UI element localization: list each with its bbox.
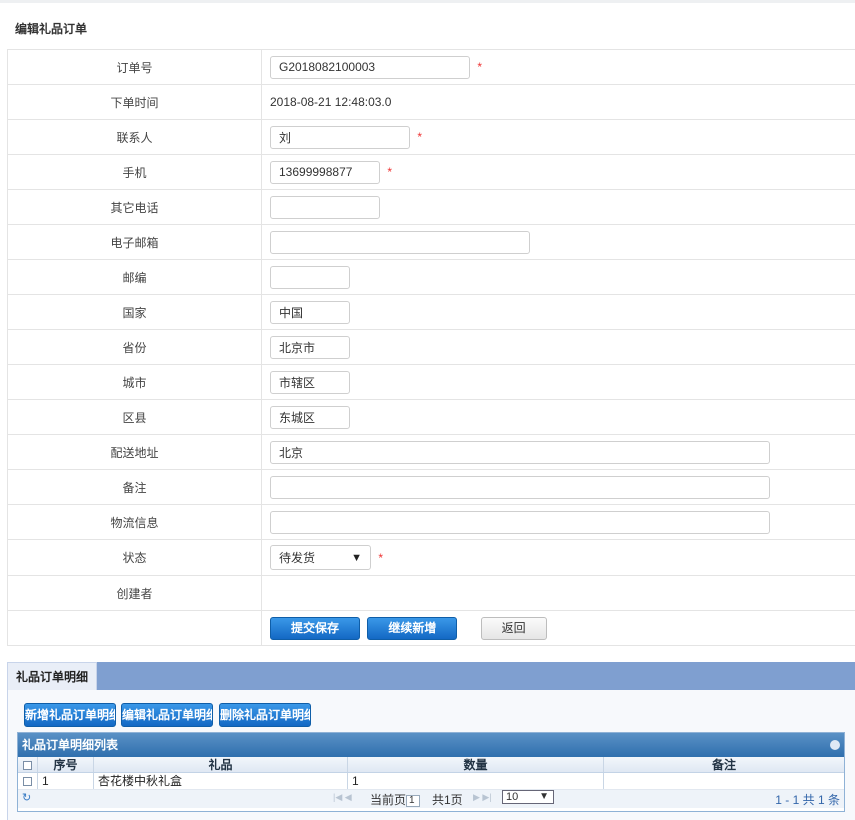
label-address: 配送地址 [7,434,262,470]
add-detail-button[interactable]: 新增礼品订单明细 [24,703,116,727]
grid-pager: ↻ |◀ ◀ 当前页 1 共1页 ▶ ▶| 10 ▼ 1 - 1 共 1 条 [18,790,844,808]
row-creator: 创建者 [7,575,855,611]
refresh-icon[interactable]: ↻ [22,791,31,804]
row-country: 国家 [7,294,855,330]
row-email: 电子邮箱 [7,224,855,260]
caret-down-icon: ▼ [351,551,362,564]
next-last-page-icons[interactable]: ▶ ▶| [473,792,492,803]
tab-order-detail[interactable]: 礼品订单明细 [7,662,97,690]
grid-title: 礼品订单明细列表 [22,738,119,752]
required-mark: * [477,60,483,74]
district-input[interactable] [270,405,350,429]
label-contact: 联系人 [7,119,262,155]
label-zip: 邮编 [7,259,262,295]
select-all-checkbox[interactable] [23,761,32,771]
back-button[interactable]: 返回 [480,616,547,640]
grid-column-headers: 序号 礼品 数量 备注 [18,757,844,773]
cell-qty: 1 [348,773,604,789]
label-mobile: 手机 [7,154,262,190]
row-checkbox[interactable] [23,777,32,787]
row-district: 区县 [7,399,855,435]
submit-save-button[interactable]: 提交保存 [270,616,360,640]
collapse-icon[interactable] [830,740,840,750]
current-page-input[interactable]: 1 [406,794,421,807]
top-border [0,0,855,3]
label-city: 城市 [7,364,262,400]
caret-down-icon: ▼ [539,791,549,802]
row-status: 状态 待发货 ▼ * [7,539,855,576]
label-logistics: 物流信息 [7,504,262,540]
row-city: 城市 [7,364,855,400]
cell-remark [604,773,844,789]
status-selected-value: 待发货 [279,551,316,565]
page-size-select[interactable]: 10 ▼ [502,790,554,804]
page-title: 编辑礼品订单 [15,22,88,36]
label-remark: 备注 [7,469,262,505]
row-mobile: 手机 * [7,154,855,190]
order-form: 订单号 * 下单时间 2018-08-21 12:48:03.0 联系人 * 手… [7,49,855,646]
zip-input[interactable] [270,265,350,289]
row-actions: 提交保存 继续新增 返回 [7,610,855,646]
remark-input[interactable] [270,475,770,499]
label-email: 电子邮箱 [7,224,262,260]
row-province: 省份 [7,329,855,365]
row-logistics: 物流信息 [7,504,855,540]
row-remark: 备注 [7,469,855,505]
column-remark[interactable]: 备注 [604,757,844,772]
column-index[interactable]: 序号 [38,757,94,772]
label-country: 国家 [7,294,262,330]
label-order-time: 下单时间 [7,84,262,120]
detail-grid: 礼品订单明细列表 序号 礼品 数量 备注 1 杏花楼中秋礼盒 1 ↻ |◀ ◀ … [17,732,845,812]
mobile-input[interactable] [270,160,380,184]
row-zip: 邮编 [7,259,855,295]
email-input[interactable] [270,230,530,254]
province-input[interactable] [270,335,350,359]
order-time-value: 2018-08-21 12:48:03.0 [270,95,392,109]
edit-detail-button[interactable]: 编辑礼品订单明细 [121,703,213,727]
status-select[interactable]: 待发货 ▼ [270,545,371,570]
total-pages: 共1页 [432,793,463,807]
city-input[interactable] [270,370,350,394]
required-mark: * [378,550,384,565]
record-info: 1 - 1 共 1 条 [775,793,840,807]
logistics-input[interactable] [270,510,770,534]
required-mark: * [387,165,393,179]
address-input[interactable] [270,440,770,464]
row-address: 配送地址 [7,434,855,470]
order-no-input[interactable] [270,55,470,79]
row-order-no: 订单号 * [7,49,855,85]
required-mark: * [417,130,423,144]
row-other-phone: 其它电话 [7,189,855,225]
continue-add-button[interactable]: 继续新增 [367,616,458,640]
label-other-phone: 其它电话 [7,189,262,225]
label-creator: 创建者 [7,575,262,611]
grid-title-bar: 礼品订单明细列表 [18,733,844,757]
label-district: 区县 [7,399,262,435]
column-qty[interactable]: 数量 [348,757,604,772]
delete-detail-button[interactable]: 删除礼品订单明细 [219,703,311,727]
contact-input[interactable] [270,125,410,149]
country-input[interactable] [270,300,350,324]
current-page-label: 当前页 [370,793,407,807]
cell-index: 1 [38,773,94,789]
cell-gift: 杏花楼中秋礼盒 [94,773,348,789]
label-status: 状态 [7,539,262,576]
label-order-no: 订单号 [7,49,262,85]
column-gift[interactable]: 礼品 [94,757,348,772]
row-order-time: 下单时间 2018-08-21 12:48:03.0 [7,84,855,120]
label-province: 省份 [7,329,262,365]
row-contact: 联系人 * [7,119,855,155]
other-phone-input[interactable] [270,195,380,219]
table-row[interactable]: 1 杏花楼中秋礼盒 1 [18,773,844,790]
detail-tab-bar [7,662,855,690]
first-prev-page-icons[interactable]: |◀ ◀ [333,792,352,803]
page-size-value: 10 [506,791,519,803]
